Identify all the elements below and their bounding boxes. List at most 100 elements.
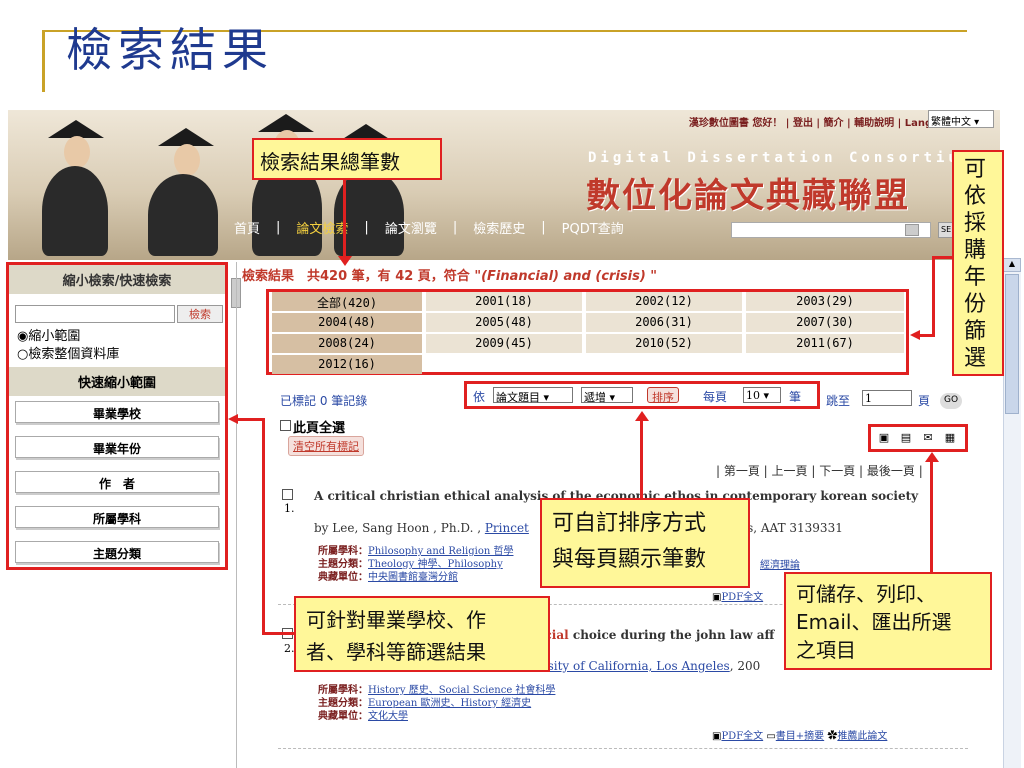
record-unit: 典藏單位：中央圖書館臺灣分館 (318, 568, 458, 583)
export-icon[interactable]: ▦ (943, 431, 957, 445)
results-summary: 檢索結果 共420 筆，有 42 頁，符合 "(Financial) and (… (242, 265, 657, 284)
radio-narrow[interactable]: ◉縮小範圍 (17, 325, 80, 344)
record-author: by Lee, Sang Hoon , Ph.D. , (314, 521, 485, 535)
jump-label: 跳至 (826, 394, 851, 408)
year-cell[interactable]: 全部(420) (272, 292, 422, 311)
year-cell[interactable]: 2003(29) (746, 292, 904, 311)
save-icon[interactable]: ▣ (877, 431, 891, 445)
record-number: 2. (284, 642, 295, 655)
title-rule-vertical (42, 30, 45, 92)
year-cell[interactable]: 2011(67) (746, 334, 904, 353)
callout-save-line1: 可儲存、列印、 (796, 582, 936, 606)
sort-by-label: 依 (473, 390, 486, 404)
banner-search-icon[interactable] (905, 224, 919, 236)
filter-author[interactable]: 作 者 (15, 471, 219, 493)
select-all-checkbox[interactable] (280, 420, 291, 431)
top-links[interactable]: 漢珍數位圖書 您好！ | 登出 | 簡介 | 輔助說明 | Language (689, 114, 960, 129)
site-banner: 漢珍數位圖書 您好！ | 登出 | 簡介 | 輔助說明 | Language 繁… (8, 110, 1000, 260)
toc-link[interactable]: 書目+摘要 (776, 731, 824, 742)
record-title[interactable]: ancial choice during the john law aff (528, 628, 774, 642)
sort-field-select[interactable]: 論文題目 ▾ (493, 387, 573, 404)
year-cell[interactable]: 2004(48) (272, 313, 422, 332)
sidebar-header: 縮小檢索/快速檢索 (9, 265, 225, 294)
pagination[interactable]: | 第一頁 | 上一頁 | 下一頁 | 最後一頁 | (716, 462, 923, 479)
record-unit: 典藏單位：文化大學 (318, 707, 408, 722)
email-icon[interactable]: ✉ (921, 431, 935, 445)
year-cell[interactable]: 2002(12) (586, 292, 742, 311)
nav-history[interactable]: 檢索歷史 (467, 218, 531, 237)
record-separator (278, 748, 968, 749)
unit-link[interactable]: 中央圖書館臺灣分館 (368, 572, 458, 583)
year-cell[interactable]: 2009(45) (426, 334, 582, 353)
record-school-link[interactable]: Princet (485, 521, 529, 535)
year-cell[interactable]: 2010(52) (586, 334, 742, 353)
arrow-line (932, 256, 952, 259)
results-count-text: 檢索結果 共420 筆，有 42 頁，符合 " (242, 269, 482, 284)
year-cell[interactable]: 2008(24) (272, 334, 422, 353)
filter-year[interactable]: 畢業年份 (15, 436, 219, 458)
arrow-left-icon (910, 330, 920, 340)
filter-subject[interactable]: 所屬學科 (15, 506, 219, 528)
filter-topic[interactable]: 主題分類 (15, 541, 219, 563)
callout-sort: 可自訂排序方式 與每頁顯示筆數 (540, 498, 750, 588)
quick-search-input[interactable] (15, 305, 175, 323)
results-query: (Financial) and (crisis) (481, 269, 646, 284)
scroll-up-icon[interactable]: ▲ (1003, 258, 1021, 272)
callout-sort-line2: 與每頁顯示筆數 (552, 547, 707, 572)
sort-button[interactable]: 排序 (647, 387, 679, 404)
filter-sidebar: 縮小檢索/快速檢索 檢索 ◉縮小範圍 ○檢索整個資料庫 快速縮小範圍 畢業學校 … (6, 262, 228, 570)
per-page-label: 每頁 (703, 390, 728, 404)
graduate-gown (148, 174, 218, 256)
language-select[interactable]: 繁體中文 ▾ (928, 110, 994, 128)
sort-order-select[interactable]: 遞增 ▾ (581, 387, 633, 404)
nav-pqdt[interactable]: PQDT查詢 (556, 218, 630, 237)
record-school-link[interactable]: versity of California, Los Angeles (528, 659, 730, 673)
per-page-value: 10 (746, 389, 760, 402)
arrow-line (640, 420, 643, 500)
marked-count: 已標記 0 筆記錄 (280, 394, 368, 408)
language-value: 繁體中文 (931, 117, 971, 128)
arrow-line (262, 632, 294, 635)
year-cell[interactable]: 2001(18) (426, 292, 582, 311)
jump-page-input[interactable]: 1 (862, 390, 912, 406)
arrow-line (930, 460, 933, 572)
quick-search-button[interactable]: 檢索 (177, 305, 223, 323)
record-checkbox[interactable] (282, 489, 293, 500)
pdf-link[interactable]: PDF全文 (721, 731, 763, 742)
year-cell[interactable]: 2006(31) (586, 313, 742, 332)
arrow-line (343, 180, 346, 258)
unit-label: 典藏單位： (318, 572, 368, 583)
pdf-link[interactable]: ▣PDF全文 (712, 588, 763, 603)
clear-marks-button[interactable]: 清空所有標記 (288, 436, 364, 456)
callout-save: 可儲存、列印、 Email、匯出所選 之項目 (784, 572, 992, 670)
go-button[interactable]: GO (940, 393, 962, 409)
sort-controls: 依 論文題目 ▾ 遞增 ▾ 排序 每頁 10 ▾ 筆 (464, 381, 820, 409)
banner-search-input[interactable] (731, 222, 931, 238)
year-cell[interactable]: 2005(48) (426, 313, 582, 332)
arrow-line (932, 256, 935, 336)
record-author-line: by Lee, Sang Hoon , Ph.D. , Princet (314, 521, 529, 535)
per-page-select[interactable]: 10 ▾ (743, 387, 781, 403)
print-icon[interactable]: ▤ (899, 431, 913, 445)
record-number: 1. (284, 502, 295, 515)
sort-order-value: 遞增 (584, 391, 606, 404)
callout-year-filter: 可依採購年份篩選 (952, 150, 1004, 376)
recommend-link[interactable]: 推薦此論文 (837, 731, 887, 742)
graduate-gown (42, 166, 108, 256)
topic-extra-link[interactable]: 經濟理論 (760, 560, 800, 571)
unit-link[interactable]: 文化大學 (368, 711, 408, 722)
record-actions: ▣PDF全文 ▭書目+摘要 ✿推薦此論文 (712, 731, 888, 742)
nav-browse[interactable]: 論文瀏覽 (379, 218, 443, 237)
record-pages: , 200 (729, 659, 761, 673)
year-cell[interactable]: 2012(16) (272, 355, 422, 374)
main-nav: 首頁 | 論文檢索 | 論文瀏覽 | 檢索歷史 | PQDT查詢 (228, 218, 630, 237)
nav-home[interactable]: 首頁 (228, 218, 266, 237)
per-page-unit: 筆 (789, 390, 802, 404)
filter-school[interactable]: 畢業學校 (15, 401, 219, 423)
year-cell[interactable]: 2007(30) (746, 313, 904, 332)
arrow-left-icon (228, 414, 238, 424)
results-query-close: " (645, 269, 658, 284)
radio-all[interactable]: ○檢索整個資料庫 (17, 343, 119, 362)
arrow-up-icon (925, 452, 939, 462)
scroll-thumb[interactable] (1005, 274, 1019, 414)
